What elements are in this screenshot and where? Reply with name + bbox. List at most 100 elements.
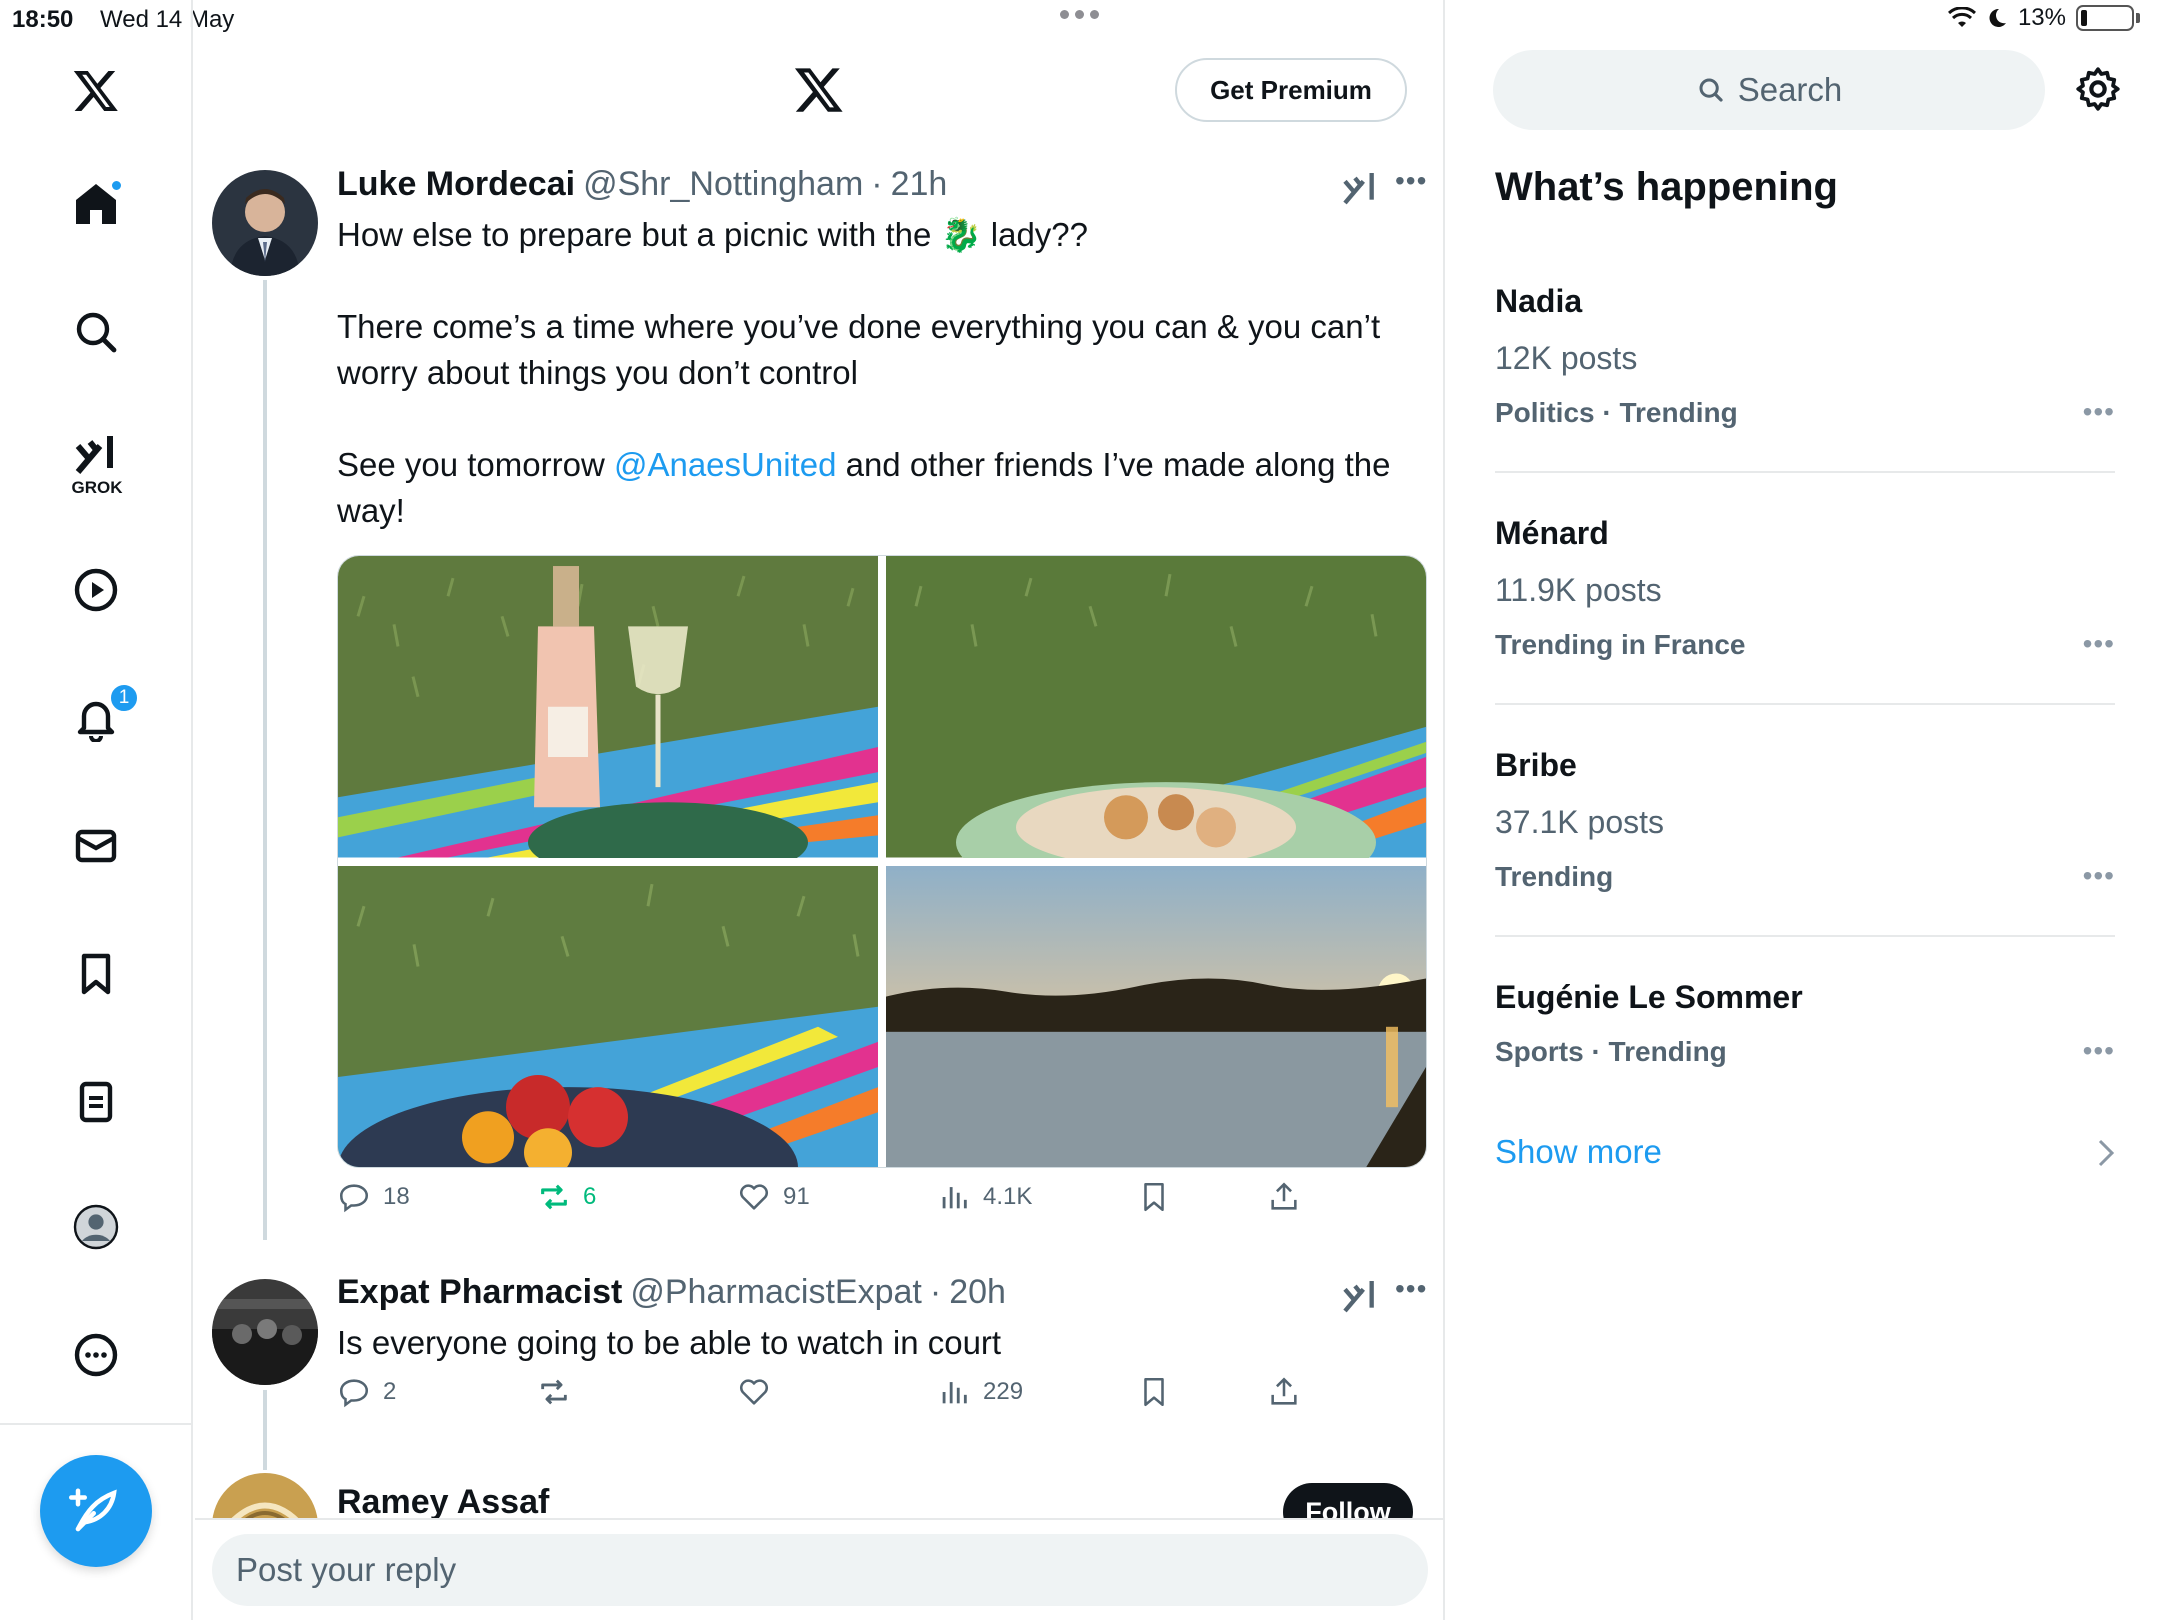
trend-item[interactable]: Ménard 11.9K posts Trending in France ••… [1495, 515, 2115, 661]
reply-bar: Post your reply [195, 1518, 1443, 1620]
compose-button[interactable] [40, 1455, 152, 1567]
bookmark-icon [1144, 1182, 1164, 1212]
compose-feather-icon [69, 1488, 117, 1532]
post-header: Expat Pharmacist @PharmacistExpat · 20h [337, 1273, 1006, 1312]
get-premium-button[interactable]: Get Premium [1175, 58, 1407, 122]
trend-posts: 12K posts [1495, 340, 1638, 376]
author-handle[interactable]: @PharmacistExpat [630, 1273, 922, 1312]
x-logo-icon[interactable] [793, 63, 845, 115]
trend-divider [1495, 935, 2115, 937]
post-body: How else to prepare but a picnic with th… [337, 212, 1407, 534]
more-circle-icon[interactable] [67, 1326, 125, 1384]
post-time[interactable]: 21h [891, 165, 948, 204]
reply-button[interactable]: 18 [337, 1180, 410, 1214]
home-unread-dot [110, 179, 123, 192]
reply-button[interactable]: 2 [337, 1375, 396, 1409]
thread-line [263, 1390, 267, 1470]
views-icon [942, 1187, 967, 1209]
bookmark-icon[interactable] [67, 945, 125, 1003]
like-count: 91 [783, 1183, 810, 1210]
chevron-right-icon[interactable] [2095, 1138, 2117, 1168]
bookmark-button[interactable] [1137, 1375, 1171, 1409]
x-logo-icon[interactable] [67, 61, 125, 119]
post-time[interactable]: 20h [949, 1273, 1006, 1312]
views-button[interactable]: 4.1K [937, 1180, 1032, 1214]
search-input[interactable]: Search [1493, 50, 2045, 130]
search-icon [1699, 78, 1723, 102]
repost-button[interactable]: 6 [537, 1180, 596, 1214]
avatar[interactable] [212, 1279, 318, 1385]
post-header: Luke Mordecai @Shr_Nottingham · 21h [337, 165, 948, 204]
avatar[interactable] [212, 170, 318, 276]
share-button[interactable] [1267, 1375, 1301, 1409]
post-text-line: There come’s a time where you’ve done ev… [337, 308, 1381, 391]
list-icon[interactable] [67, 1073, 125, 1131]
trend-item[interactable]: Bribe 37.1K posts Trending ••• [1495, 747, 2115, 893]
views-button[interactable]: 229 [937, 1375, 1023, 1409]
more-options-icon[interactable]: ••• [2083, 628, 2115, 660]
river-sunset-photo[interactable] [886, 865, 1426, 1167]
post-text-line: How else to prepare but a picnic with th… [337, 216, 1089, 253]
mail-icon[interactable] [67, 817, 125, 875]
author-name[interactable]: Expat Pharmacist [337, 1273, 622, 1312]
search-placeholder: Search [1737, 71, 1843, 108]
trend-meta: Trending [1495, 861, 1614, 892]
share-button[interactable] [1267, 1180, 1301, 1214]
like-button[interactable]: 91 [737, 1180, 810, 1214]
bell-icon[interactable]: 1 [67, 683, 139, 747]
grok-label: GROK [71, 478, 123, 497]
bookmark-button[interactable] [1137, 1180, 1171, 1214]
post-text-line: See you tomorrow @AnaesUnited and other … [337, 446, 1391, 529]
trend-posts: 37.1K posts [1495, 804, 1664, 840]
heart-icon [739, 1379, 769, 1405]
gear-icon[interactable] [2073, 64, 2123, 114]
repost-button[interactable] [537, 1375, 571, 1409]
share-icon [1271, 1377, 1297, 1405]
view-count: 4.1K [983, 1183, 1033, 1210]
reply-count: 18 [383, 1183, 410, 1210]
trend-divider [1495, 471, 2115, 473]
trend-item[interactable]: Nadia 12K posts Politics · Trending ••• [1495, 283, 2115, 429]
trend-posts: 11.9K posts [1495, 572, 1662, 608]
grok-icon[interactable] [1340, 168, 1380, 208]
home-icon[interactable] [67, 175, 125, 233]
more-options-icon[interactable]: ••• [1395, 165, 1427, 197]
author-name[interactable]: Ramey Assaf [337, 1483, 549, 1522]
trend-divider [1495, 703, 2115, 705]
trend-name: Eugénie Le Sommer [1495, 979, 1803, 1015]
trend-name: Nadia [1495, 283, 1583, 319]
author-handle[interactable]: @Shr_Nottingham [583, 165, 863, 204]
share-icon [1271, 1182, 1297, 1210]
trend-meta: Politics · Trending [1495, 397, 1738, 428]
trend-name: Bribe [1495, 747, 1577, 783]
grok-icon[interactable] [1340, 1276, 1380, 1316]
trend-item[interactable]: Eugénie Le Sommer Sports · Trending ••• [1495, 979, 2115, 1068]
play-icon[interactable] [67, 561, 125, 619]
trend-name: Ménard [1495, 515, 1609, 551]
media-grid [337, 555, 1427, 1168]
view-count: 229 [983, 1378, 1024, 1405]
more-options-icon[interactable]: ••• [2083, 860, 2115, 892]
more-options-icon[interactable]: ••• [1395, 1273, 1427, 1305]
more-options-icon[interactable]: ••• [2083, 396, 2115, 428]
grok-icon[interactable] [67, 425, 125, 483]
repost-count: 6 [583, 1183, 597, 1210]
author-name[interactable]: Luke Mordecai [337, 165, 575, 204]
more-options-icon[interactable]: ••• [2083, 1035, 2115, 1067]
right-sidebar: Search What’s happening Nadia 12K posts … [1447, 0, 2160, 1620]
show-more-link[interactable]: Show more [1495, 1133, 1662, 1171]
left-nav: GROK 1 [0, 0, 193, 1620]
dragon-emoji: 🐉 [940, 216, 982, 253]
main-timeline: Get Premium Luke Mordecai @Shr_Nottingha… [195, 0, 1445, 1620]
like-button[interactable] [737, 1375, 771, 1409]
mention-link[interactable]: @AnaesUnited [614, 446, 836, 483]
picnic-strawberries-photo[interactable] [338, 865, 878, 1167]
nav-divider [0, 1423, 193, 1425]
bookmark-icon [1144, 1377, 1164, 1407]
picnic-salad-photo[interactable] [886, 556, 1426, 858]
search-icon[interactable] [67, 303, 125, 361]
avatar-icon[interactable] [67, 1198, 125, 1256]
reply-input[interactable]: Post your reply [212, 1534, 1428, 1606]
post-actions: 2 229 [337, 1375, 1407, 1425]
picnic-wine-photo[interactable] [338, 556, 878, 858]
